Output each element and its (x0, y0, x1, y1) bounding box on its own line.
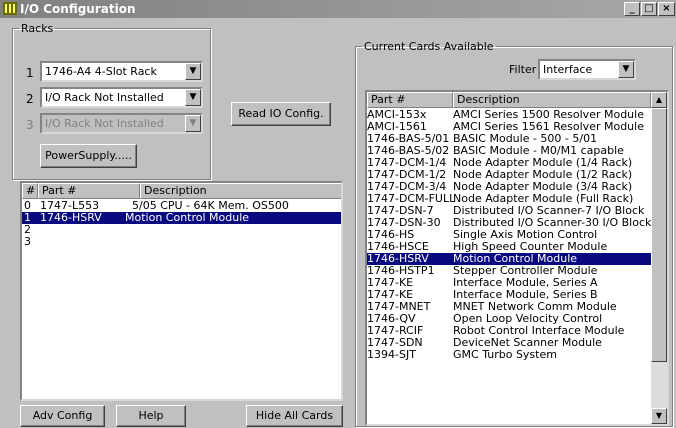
filter-select[interactable]: Interface ▼ (538, 59, 636, 80)
chevron-down-icon: ▼ (185, 115, 201, 132)
card-description: GMC Turbo System (453, 348, 557, 361)
slots-list[interactable]: # Part # Description 0 1747-L553 5/05 CP… (20, 181, 343, 401)
hide-all-cards-button[interactable]: Hide All Cards (246, 405, 343, 427)
cards-list[interactable]: Part # Description AMCI-153x AMCI Series … (365, 90, 669, 426)
filter-value: Interface (543, 63, 593, 76)
slots-header-description[interactable]: Description (140, 183, 341, 199)
cards-legend: Current Cards Available (364, 40, 494, 53)
rack-2-value: I/O Rack Not Installed (45, 91, 164, 104)
scroll-thumb[interactable] (651, 108, 667, 362)
title-bar[interactable]: I/O Configuration _ □ × (0, 0, 676, 18)
minimize-icon[interactable]: _ (624, 2, 640, 16)
slots-header-part[interactable]: Part # (38, 183, 140, 199)
app-icon (3, 2, 17, 15)
slot-num: 3 (24, 235, 31, 248)
chevron-down-icon[interactable]: ▼ (618, 61, 634, 78)
rack-number-3: 3 (26, 118, 34, 132)
slot-description: Motion Control Module (125, 211, 250, 224)
table-row-selected[interactable]: 1 1746-HSRV Motion Control Module (22, 212, 341, 224)
rack-number-1: 1 (26, 66, 34, 80)
table-row[interactable]: 3 (22, 236, 341, 248)
cards-header-description[interactable]: Description (453, 92, 651, 108)
rack-2-select[interactable]: I/O Rack Not Installed ▼ (40, 87, 203, 108)
window-title: I/O Configuration (20, 2, 136, 16)
slot-part: 1746-HSRV (40, 211, 102, 224)
help-button[interactable]: Help (116, 405, 186, 427)
list-item[interactable]: 1394-SJT GMC Turbo System (367, 349, 651, 361)
racks-legend: Racks (21, 22, 54, 35)
scroll-down-icon[interactable]: ▼ (651, 408, 667, 424)
cards-header-part[interactable]: Part # (367, 92, 453, 108)
rack-1-value: 1746-A4 4-Slot Rack (45, 65, 157, 78)
cards-scrollbar[interactable]: ▲ ▼ (651, 92, 667, 424)
close-icon[interactable]: × (658, 2, 675, 16)
io-configuration-window: I/O Configuration _ □ × Racks 1 1746-A4 … (0, 0, 676, 428)
filter-label: Filter (509, 63, 537, 76)
rack-3-value: I/O Rack Not Installed (45, 117, 164, 130)
rack-3-select: I/O Rack Not Installed ▼ (40, 113, 203, 134)
slots-header-num[interactable]: # (22, 183, 38, 199)
table-row[interactable]: 2 (22, 224, 341, 236)
chevron-down-icon[interactable]: ▼ (185, 89, 201, 106)
card-part: 1394-SJT (367, 348, 416, 361)
read-io-config-button[interactable]: Read IO Config. (231, 102, 331, 126)
maximize-icon[interactable]: □ (641, 2, 657, 16)
scroll-up-icon[interactable]: ▲ (651, 92, 667, 108)
rack-1-select[interactable]: 1746-A4 4-Slot Rack ▼ (40, 61, 203, 82)
power-supply-button[interactable]: PowerSupply..... (40, 144, 137, 168)
rack-number-2: 2 (26, 92, 34, 106)
chevron-down-icon[interactable]: ▼ (185, 63, 201, 80)
adv-config-button[interactable]: Adv Config (20, 405, 105, 427)
